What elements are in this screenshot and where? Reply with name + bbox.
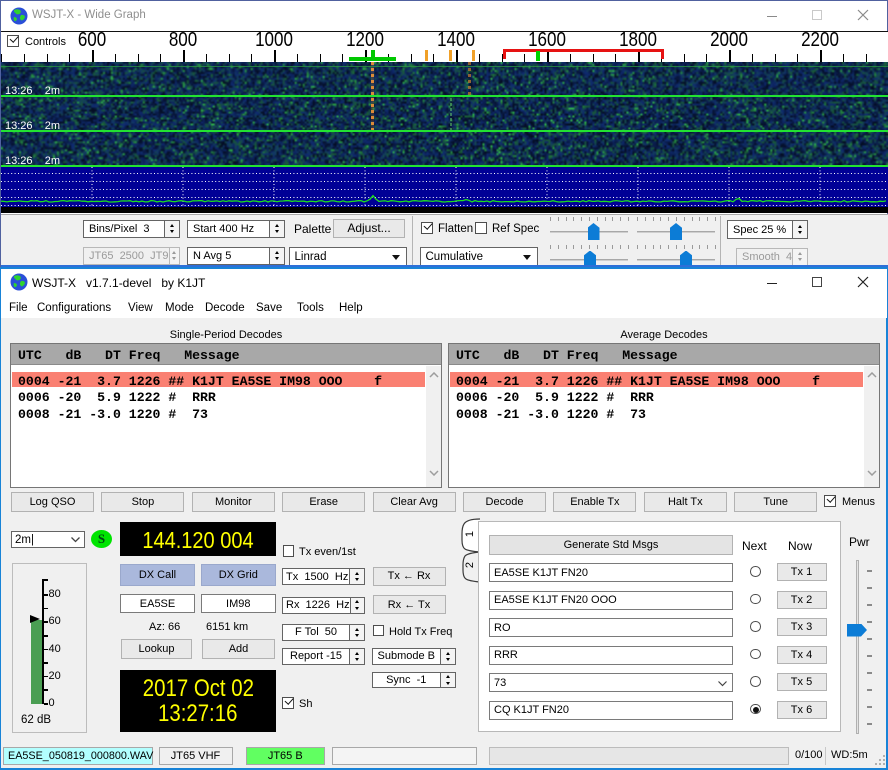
svg-text:2: 2 [464,562,476,568]
svg-text:1: 1 [464,531,476,537]
